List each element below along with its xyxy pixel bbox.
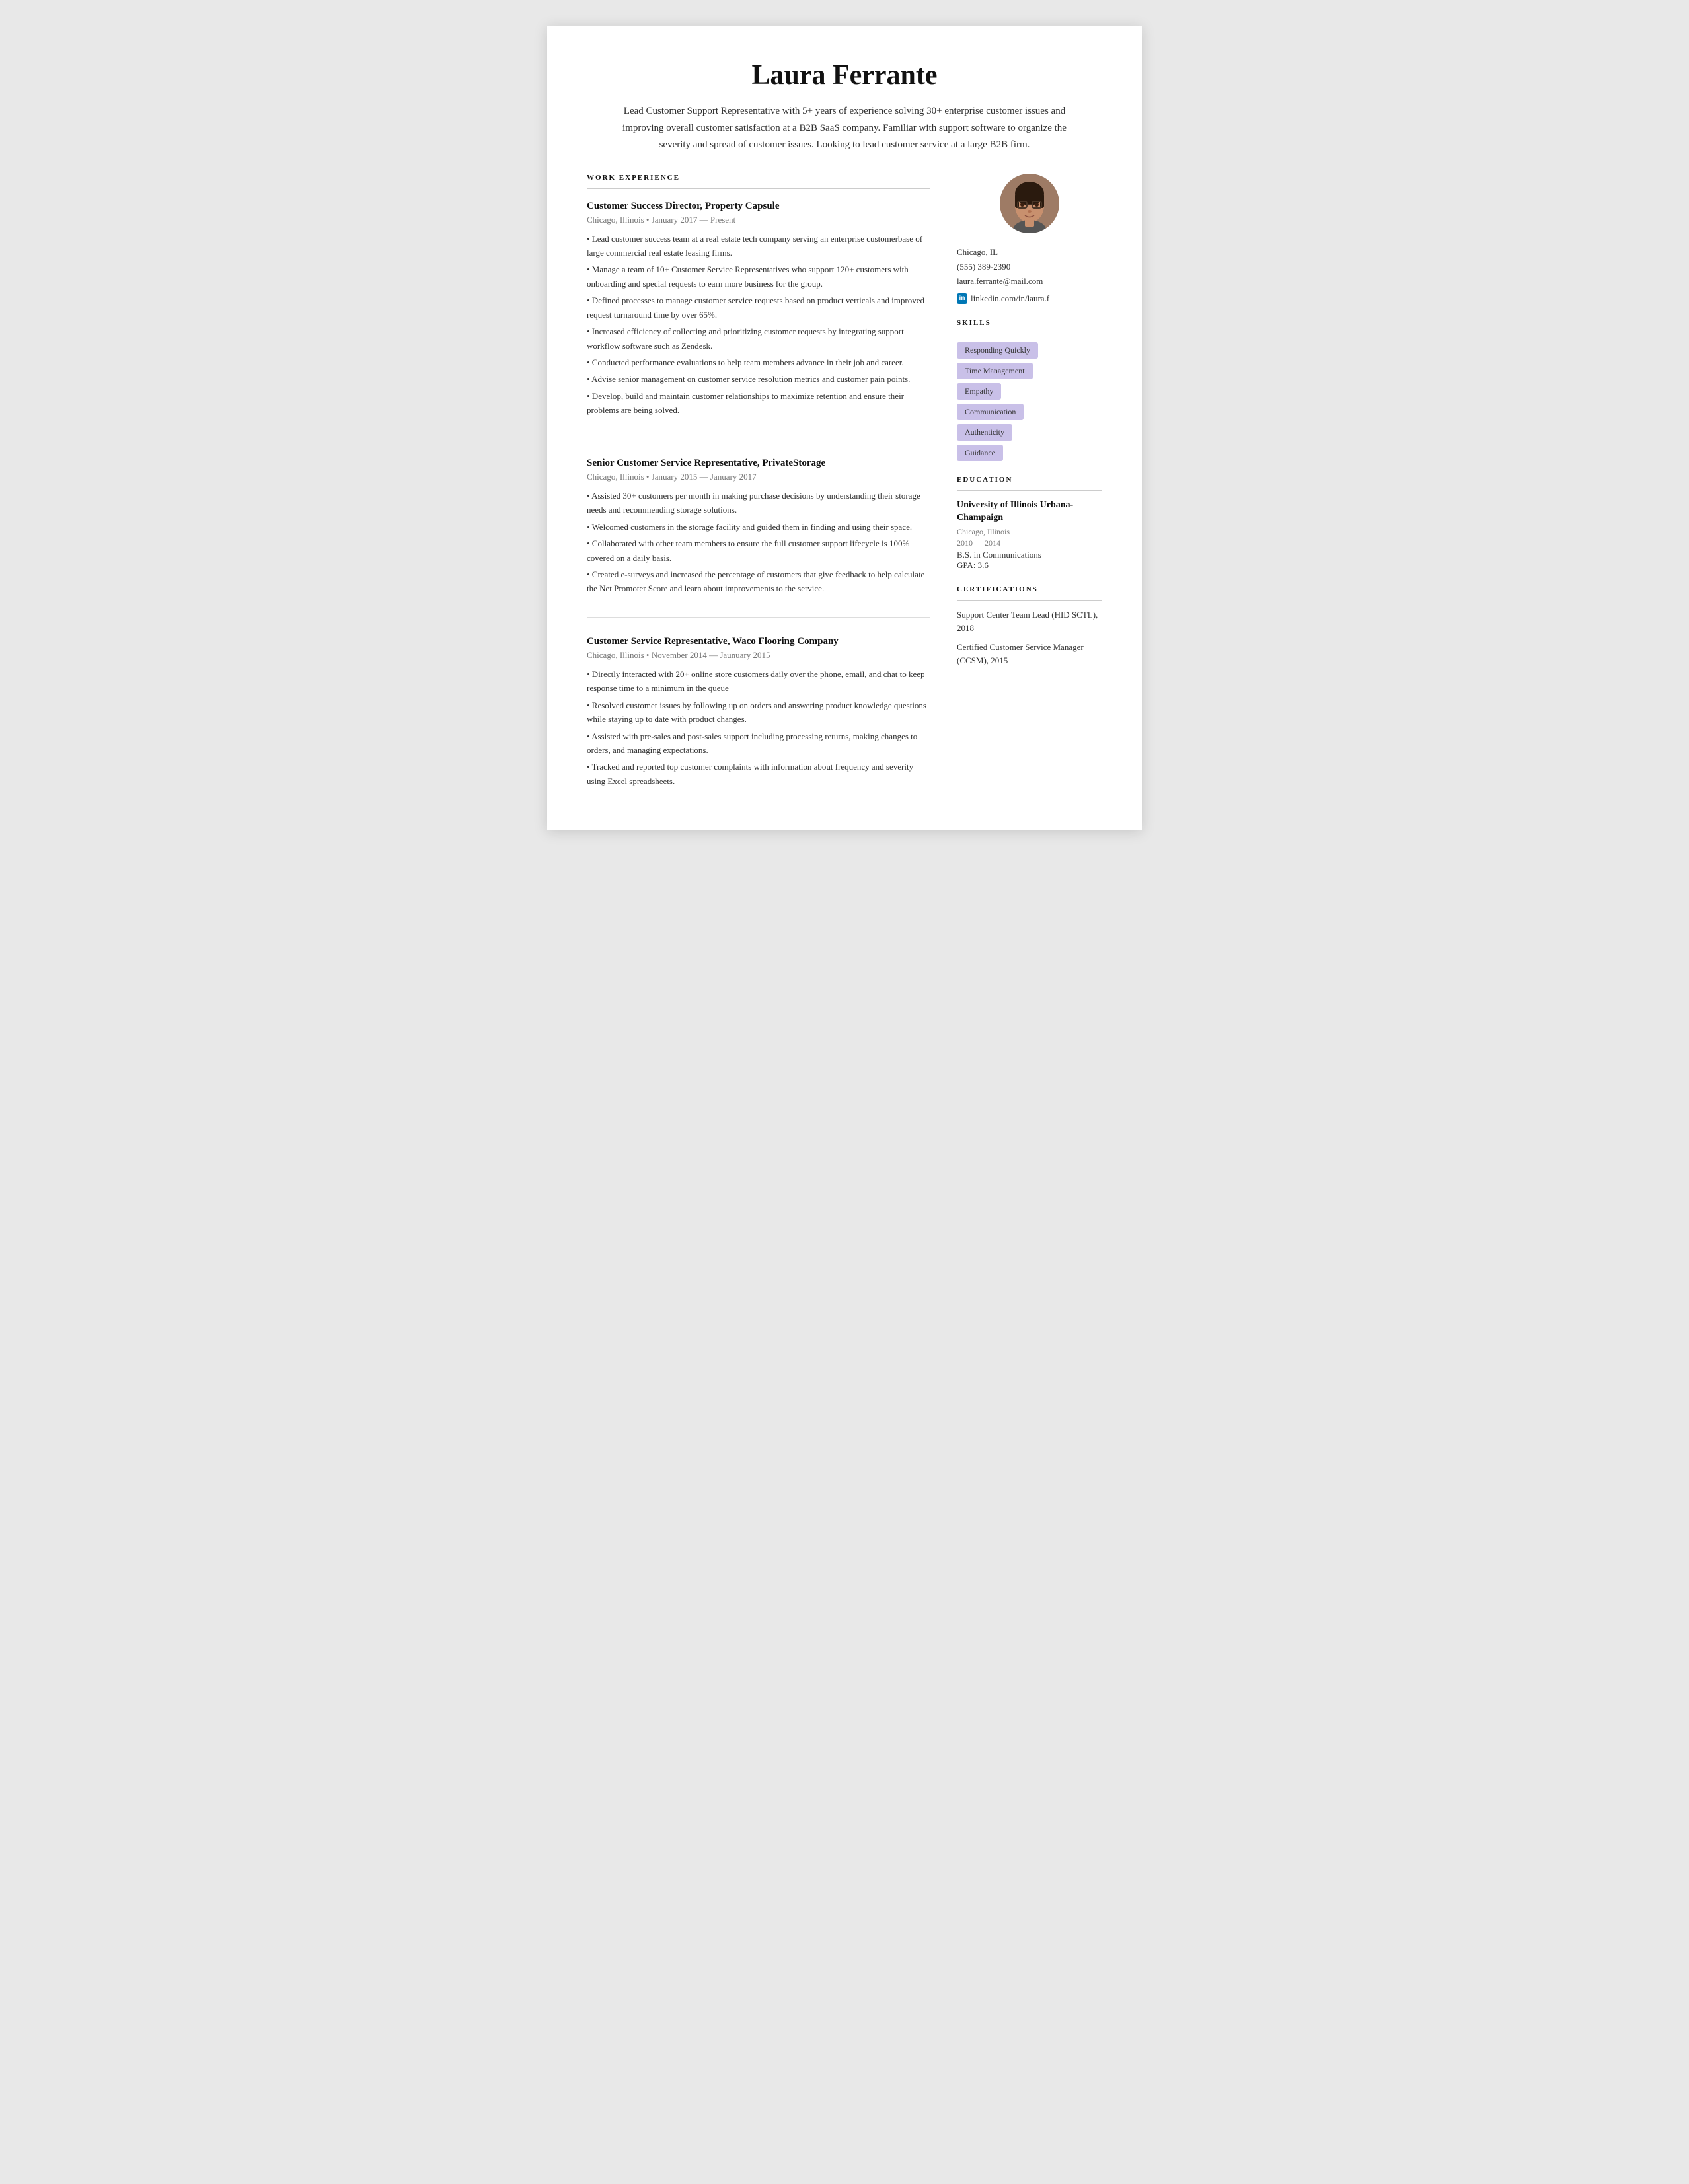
job-2-bullet-3: • Collaborated with other team members t… xyxy=(587,536,930,565)
job-1-bullet-2: • Manage a team of 10+ Customer Service … xyxy=(587,262,930,291)
job-3-meta: Chicago, Illinois • November 2014 — Jaun… xyxy=(587,650,930,661)
job-2-title: Senior Customer Service Representative, … xyxy=(587,458,930,469)
skill-6: Guidance xyxy=(957,445,1003,461)
edu-location: Chicago, Illinois xyxy=(957,527,1102,537)
skill-4: Communication xyxy=(957,404,1024,420)
candidate-summary: Lead Customer Support Representative wit… xyxy=(620,103,1069,154)
candidate-name: Laura Ferrante xyxy=(587,59,1102,91)
job-1: Customer Success Director, Property Caps… xyxy=(587,201,930,439)
resume-header: Laura Ferrante Lead Customer Support Rep… xyxy=(587,59,1102,154)
cert-2: Certified Customer Service Manager (CCSM… xyxy=(957,641,1102,667)
job-1-bullet-4: • Increased efficiency of collecting and… xyxy=(587,324,930,353)
job-2: Senior Customer Service Representative, … xyxy=(587,458,930,618)
contact-email: laura.ferrante@mail.com xyxy=(957,274,1102,289)
avatar-container xyxy=(957,174,1102,233)
job-2-desc: • Assisted 30+ customers per month in ma… xyxy=(587,489,930,596)
contact-info: Chicago, IL (555) 389-2390 laura.ferrant… xyxy=(957,245,1102,306)
resume-page: Laura Ferrante Lead Customer Support Rep… xyxy=(547,26,1142,830)
edu-degree: B.S. in Communications xyxy=(957,550,1102,560)
skill-2: Time Management xyxy=(957,363,1033,379)
job-3-bullet-3: • Assisted with pre-sales and post-sales… xyxy=(587,729,930,758)
job-3-bullet-4: • Tracked and reported top customer comp… xyxy=(587,760,930,788)
right-column: Chicago, IL (555) 389-2390 laura.ferrant… xyxy=(957,174,1102,791)
skill-3: Empathy xyxy=(957,383,1001,400)
job-3-bullet-2: • Resolved customer issues by following … xyxy=(587,698,930,727)
education-label: EDUCATION xyxy=(957,476,1102,484)
skills-list: Responding Quickly Time Management Empat… xyxy=(957,342,1102,461)
contact-phone: (555) 389-2390 xyxy=(957,260,1102,274)
certifications-divider xyxy=(957,600,1102,601)
edu-gpa: GPA: 3.6 xyxy=(957,560,1102,571)
job-3-title: Customer Service Representative, Waco Fl… xyxy=(587,636,930,647)
skills-section: SKILLS Responding Quickly Time Managemen… xyxy=(957,319,1102,461)
skill-5: Authenticity xyxy=(957,424,1012,441)
cert-1: Support Center Team Lead (HID SCTL), 201… xyxy=(957,608,1102,634)
job-3: Customer Service Representative, Waco Fl… xyxy=(587,636,930,789)
job-1-bullet-6: • Advise senior management on customer s… xyxy=(587,372,930,386)
certifications-label: CERTIFICATIONS xyxy=(957,585,1102,593)
linkedin-icon: in xyxy=(957,293,967,304)
edu-years: 2010 — 2014 xyxy=(957,538,1102,548)
job-1-desc: • Lead customer success team at a real e… xyxy=(587,232,930,418)
job-3-bullet-1: • Directly interacted with 20+ online st… xyxy=(587,667,930,696)
skill-1: Responding Quickly xyxy=(957,342,1038,359)
job-2-bullet-2: • Welcomed customers in the storage faci… xyxy=(587,520,930,534)
job-1-bullet-1: • Lead customer success team at a real e… xyxy=(587,232,930,260)
work-experience-section: WORK EXPERIENCE Customer Success Directo… xyxy=(587,174,930,789)
avatar xyxy=(1000,174,1059,233)
work-divider xyxy=(587,188,930,189)
body-layout: WORK EXPERIENCE Customer Success Directo… xyxy=(587,174,1102,791)
left-column: WORK EXPERIENCE Customer Success Directo… xyxy=(587,174,930,791)
contact-city: Chicago, IL xyxy=(957,245,1102,260)
job-2-bullet-4: • Created e-surveys and increased the pe… xyxy=(587,567,930,596)
job-1-bullet-7: • Develop, build and maintain customer r… xyxy=(587,389,930,418)
job-3-desc: • Directly interacted with 20+ online st… xyxy=(587,667,930,789)
job-2-meta: Chicago, Illinois • January 2015 — Janua… xyxy=(587,472,930,482)
linkedin-row: in linkedin.com/in/laura.f xyxy=(957,291,1102,306)
job-1-meta: Chicago, Illinois • January 2017 — Prese… xyxy=(587,215,930,225)
job-1-title: Customer Success Director, Property Caps… xyxy=(587,201,930,212)
job-1-bullet-5: • Conducted performance evaluations to h… xyxy=(587,355,930,369)
education-section: EDUCATION University of Illinois Urbana-… xyxy=(957,476,1102,571)
certifications-section: CERTIFICATIONS Support Center Team Lead … xyxy=(957,585,1102,667)
linkedin-url: linkedin.com/in/laura.f xyxy=(971,291,1049,306)
job-1-bullet-3: • Defined processes to manage customer s… xyxy=(587,293,930,322)
skills-label: SKILLS xyxy=(957,319,1102,327)
work-experience-label: WORK EXPERIENCE xyxy=(587,174,930,182)
job-2-bullet-1: • Assisted 30+ customers per month in ma… xyxy=(587,489,930,517)
education-divider xyxy=(957,490,1102,491)
edu-university: University of Illinois Urbana-Champaign xyxy=(957,499,1102,525)
